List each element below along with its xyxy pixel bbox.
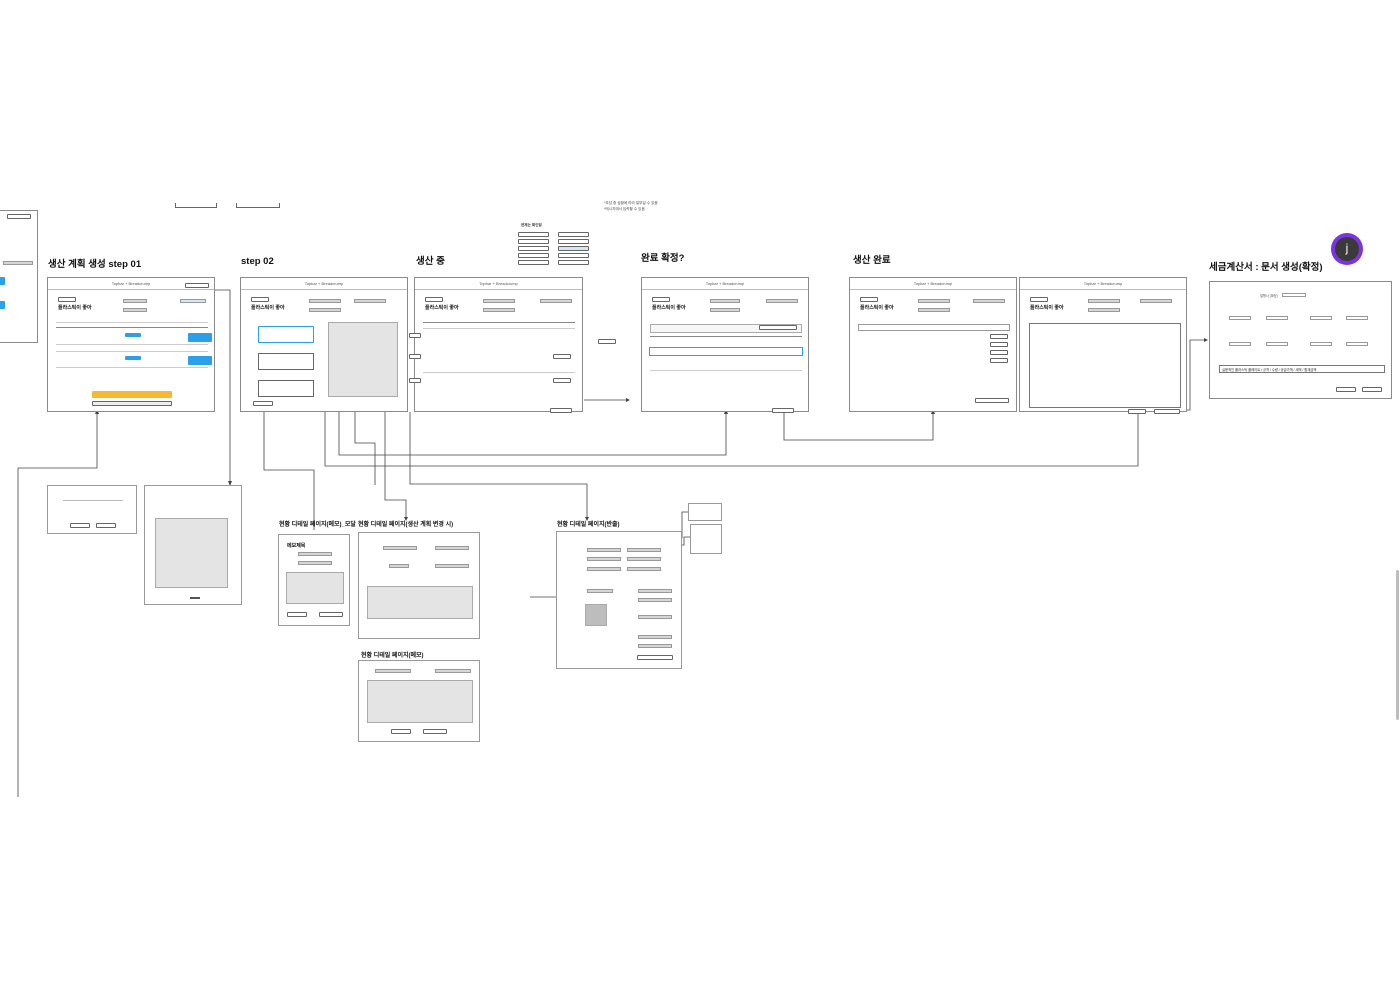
confirm-frame: Topbar + Breadcrump 플라스틱이 좋아 — [641, 277, 809, 413]
report-action-button[interactable] — [1154, 409, 1180, 414]
invoice-field-label: 발행사 (확정) — [1260, 294, 1278, 298]
step01-action-button[interactable] — [185, 283, 209, 288]
return-frame — [556, 531, 682, 669]
modal-button[interactable] — [96, 523, 116, 528]
section-title-step01: 생산 계획 생성 step 01 — [48, 259, 142, 270]
report-button[interactable] — [975, 398, 1009, 403]
top-note-2: *메시지에서 입력할 수 있음 — [604, 207, 645, 211]
step02-frame: Topbar + Breadcrump 플라스틱이 좋아 — [240, 277, 408, 412]
image-placeholder — [328, 322, 398, 397]
section-title-invoice: 세금계산서 : 문서 생성(확정) — [1209, 262, 1323, 273]
back-button[interactable] — [860, 297, 878, 302]
subpage-title-plan-change: 현황 디테일 페이지(생산 계획 변경 시) — [358, 522, 454, 528]
history-date-button[interactable] — [518, 260, 549, 265]
document-preview — [144, 485, 242, 605]
confirm-all-button[interactable] — [759, 325, 797, 330]
section-title-done: 생산 완료 — [853, 255, 891, 266]
company-name: 플라스틱이 좋아 — [425, 305, 459, 311]
return-submit-button[interactable] — [637, 655, 673, 660]
topbar: Topbar + Breadcrump — [850, 278, 1016, 290]
submit-plan-button[interactable] — [92, 391, 172, 398]
invoice-cancel-button[interactable] — [1336, 387, 1356, 392]
history-date-button[interactable] — [558, 232, 589, 237]
back-button[interactable] — [425, 297, 443, 302]
section-title-step02: step 02 — [241, 256, 274, 267]
option-popup — [688, 503, 722, 521]
company-name: 플라스틱이 좋아 — [58, 305, 92, 311]
company-name: 플라스틱이 좋아 — [652, 305, 686, 311]
history-date-button[interactable] — [558, 246, 589, 251]
report-action-button[interactable] — [1128, 409, 1146, 414]
topbar: Topbar + Breadcrump — [1020, 278, 1186, 290]
top-note-1: *부담 중 상황에 따라 일부일 수 있음 — [604, 201, 658, 205]
side-button[interactable] — [409, 354, 421, 359]
back-button[interactable] — [251, 297, 269, 302]
memo-save-button[interactable] — [423, 729, 447, 734]
invoice-confirm-button[interactable] — [1362, 387, 1382, 392]
back-button[interactable] — [652, 297, 670, 302]
memo-cancel-button[interactable] — [391, 729, 411, 734]
company-name: 플라스틱이 좋아 — [860, 305, 894, 311]
row-button[interactable] — [990, 350, 1008, 355]
row-button[interactable] — [990, 358, 1008, 363]
company-name: 플라스틱이 좋아 — [251, 305, 285, 311]
producing-frame: Topbar + Breadcrump 플라스틱이 좋아 — [414, 277, 583, 413]
company-name: 플라스틱이 좋아 — [1030, 305, 1064, 311]
back-button[interactable] — [58, 297, 76, 302]
history-date-button[interactable] — [558, 239, 589, 244]
history-date-button[interactable] — [518, 246, 549, 251]
placeholder-bracket — [236, 203, 280, 208]
row-action-button[interactable] — [553, 378, 571, 383]
topbar: Topbar + Breadcrump — [415, 278, 582, 290]
row-action-button[interactable] — [553, 354, 571, 359]
history-title: 변제는 확인일 — [521, 223, 542, 227]
memo-save-button[interactable] — [319, 612, 343, 617]
history-date-button[interactable] — [558, 253, 589, 258]
subpage-title-memo: 현황 디테일 페이지(메모) — [361, 653, 424, 659]
secondary-button[interactable] — [92, 401, 172, 406]
avatar-letter: j — [1335, 237, 1359, 261]
memo-modal-frame: 메모제목 — [278, 534, 350, 626]
placeholder-bracket — [175, 203, 217, 208]
subpage-title-return: 현황 디테일 페이지(반출) — [557, 522, 620, 528]
section-title-producing: 생산 중 — [416, 256, 445, 267]
confirm-button[interactable] — [772, 408, 794, 413]
option-popup-list — [690, 524, 722, 554]
history-date-button[interactable] — [558, 260, 589, 265]
back-button[interactable] — [1030, 297, 1048, 302]
flow-label-button[interactable] — [598, 339, 616, 344]
side-button[interactable] — [409, 378, 421, 383]
memo-frame — [358, 660, 480, 742]
vertical-scrollbar[interactable] — [1396, 570, 1399, 720]
history-date-button[interactable] — [518, 253, 549, 258]
row-button[interactable] — [990, 342, 1008, 347]
topbar: Topbar + Breadcrump — [241, 278, 407, 290]
memo-cancel-button[interactable] — [287, 612, 307, 617]
history-date-button[interactable] — [518, 232, 549, 237]
row-button[interactable] — [990, 334, 1008, 339]
report-frame: Topbar + Breadcrump 플라스틱이 좋아 — [1019, 277, 1187, 414]
side-button[interactable] — [409, 333, 421, 338]
invoice-frame: 발행사 (확정) 실용적인 플라스틱 플레이트 / 규격 / 수량 / 공급가액… — [1209, 281, 1392, 399]
invoice-item-text: 실용적인 플라스틱 플레이트 / 규격 / 수량 / 공급가액 / 세액 / 합… — [1219, 365, 1385, 373]
user-avatar[interactable]: j — [1331, 233, 1363, 265]
history-date-button[interactable] — [518, 239, 549, 244]
complete-button[interactable] — [550, 408, 572, 413]
section-title-confirm: 완료 확정? — [641, 253, 685, 264]
frame-button[interactable] — [7, 214, 31, 219]
memo-title: 메모제목 — [287, 543, 306, 549]
alert-modal — [47, 485, 137, 534]
subpage-title-memo-modal: 현황 디테일 페이지(메모)_모달 — [279, 522, 356, 528]
step01-frame: Topbar + Breadcrump 플라스틱이 좋아 — [47, 277, 215, 412]
modal-button[interactable] — [70, 523, 90, 528]
previous-frame — [0, 210, 38, 343]
plan-change-frame — [358, 532, 480, 639]
next-button[interactable] — [253, 401, 273, 406]
done-frame: Topbar + Breadcrump 플라스틱이 좋아 — [849, 277, 1017, 412]
topbar: Topbar + Breadcrump — [642, 278, 808, 290]
